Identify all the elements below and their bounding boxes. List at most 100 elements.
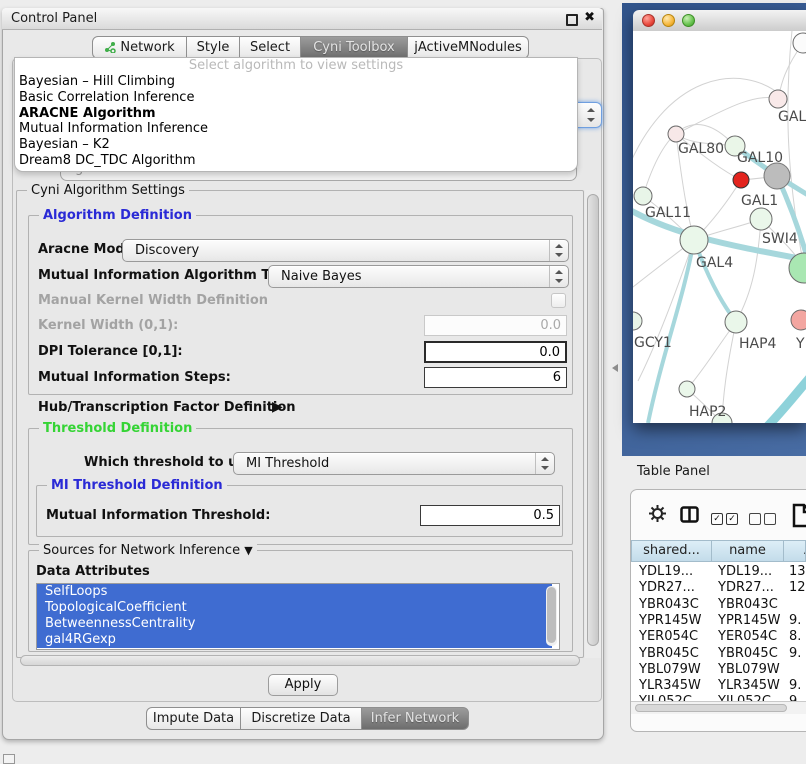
network-node-gal1-selected[interactable] <box>733 172 749 188</box>
list-scrollbar-thumb[interactable] <box>547 587 556 643</box>
table-row[interactable]: YDL19...YDL19...13 <box>631 564 806 580</box>
gear-icon[interactable] <box>648 504 667 527</box>
network-node-gal11[interactable] <box>634 187 652 205</box>
tab-network[interactable]: Network <box>92 36 187 59</box>
dropdown-item[interactable]: Bayesian – Hill Climbing <box>15 74 577 90</box>
network-nodes[interactable] <box>633 33 806 423</box>
tab-jactivemnodules[interactable]: jActiveMNodules <box>407 36 529 59</box>
dpi-tolerance-field[interactable]: 0.0 <box>424 341 567 363</box>
columns-icon[interactable] <box>680 506 699 527</box>
collapse-down-icon[interactable]: ▼ <box>244 544 252 557</box>
table-hscrollbar-thumb[interactable] <box>635 704 787 712</box>
manual-kernel-width-checkbox[interactable] <box>551 293 566 308</box>
hub-transcription-factor-label[interactable]: Hub/Transcription Factor Definition <box>38 400 296 415</box>
aracne-mode-combobox[interactable]: Discovery <box>122 239 569 262</box>
column-header-shared-name[interactable]: shared... <box>631 540 712 562</box>
control-panel-titlebar: Control Panel ✖ <box>2 8 602 30</box>
table-panel-title: Table Panel <box>637 464 710 479</box>
tab-cyni-toolbox[interactable]: Cyni Toolbox <box>300 36 408 59</box>
which-threshold-combobox[interactable]: MI Threshold <box>233 452 555 475</box>
apply-button[interactable]: Apply <box>268 674 338 696</box>
settings-hscrollbar-thumb[interactable] <box>20 655 580 666</box>
combo-down-arrow-icon <box>555 279 563 283</box>
tab-discretize-data[interactable]: Discretize Data <box>240 707 362 730</box>
mi-threshold-field[interactable]: 0.5 <box>420 505 560 526</box>
network-node-gcy1[interactable] <box>633 312 642 330</box>
table-row[interactable]: YBR043CYBR043C <box>631 597 806 613</box>
unchecked-checkbox-icon[interactable] <box>749 513 761 525</box>
list-item[interactable]: BetweennessCentrality <box>37 616 552 632</box>
splitter-collapse-arrow-icon[interactable] <box>612 364 618 372</box>
kernel-width-value: 0.0 <box>540 318 561 333</box>
settings-scrollbar-thumb[interactable] <box>587 194 599 646</box>
table-hscrollbar-track[interactable] <box>631 701 806 714</box>
table-row[interactable]: YPR145WYPR145W9. <box>631 613 806 629</box>
list-item[interactable]: TopologicalCoefficient <box>37 600 552 616</box>
mi-steps-field[interactable]: 6 <box>424 367 567 388</box>
table-row[interactable]: YBR045CYBR045C9. <box>631 646 806 662</box>
network-node[interactable] <box>769 90 787 108</box>
node-label: GAL <box>778 109 806 125</box>
threshold-definition-title: Threshold Definition <box>39 421 196 436</box>
tab-infer-network[interactable]: Infer Network <box>361 707 469 730</box>
table-row[interactable]: YIL052CYIL052C9 <box>631 694 806 701</box>
dropdown-item[interactable]: Basic Correlation Inference <box>15 90 577 106</box>
table-row[interactable]: YLR345WYLR345W9. <box>631 678 806 694</box>
unchecked-checkbox-icon[interactable] <box>764 513 776 525</box>
combo-up-arrow-icon <box>555 270 563 274</box>
kernel-width-label: Kernel Width (0,1): <box>38 318 178 333</box>
kernel-width-field[interactable]: 0.0 <box>424 315 567 336</box>
table-row[interactable]: YDR27...YDR27...12 <box>631 580 806 596</box>
table-rows: YDL19...YDL19...13 YDR27...YDR27...12 YB… <box>631 562 806 701</box>
algorithm-dropdown-placeholder: Select algorithm to view settings <box>15 58 577 74</box>
document-icon[interactable] <box>791 502 806 532</box>
minimize-traffic-light-icon[interactable] <box>662 14 675 27</box>
list-item[interactable]: gal4RGexp <box>37 632 552 648</box>
cell: 8. <box>789 629 806 645</box>
cell: 12 <box>789 580 806 596</box>
table-row[interactable]: YBL079WYBL079W <box>631 662 806 678</box>
tab-select[interactable]: Select <box>239 36 301 59</box>
node-label: GCY1 <box>634 335 672 351</box>
network-node[interactable] <box>764 163 790 189</box>
network-node-hap4[interactable] <box>725 311 747 333</box>
table-row[interactable]: YER054CYER054C8. <box>631 629 806 645</box>
network-node-hap2[interactable] <box>679 381 695 397</box>
list-scrollbar-track[interactable] <box>546 586 557 646</box>
network-node-swi4[interactable] <box>750 208 772 230</box>
dropdown-item[interactable]: Mutual Information Inference <box>15 121 577 137</box>
node-label: HAP2 <box>689 404 726 420</box>
checked-checkbox-icon[interactable]: ✓ <box>726 513 738 525</box>
close-icon[interactable]: ✖ <box>584 10 595 25</box>
dpi-tolerance-label: DPI Tolerance [0,1]: <box>38 344 183 359</box>
sources-title: Sources for Network Inference ▼ <box>39 543 257 558</box>
mi-steps-value: 6 <box>553 370 561 385</box>
mi-threshold-value: 0.5 <box>533 508 554 523</box>
column-header-name[interactable]: name <box>711 540 784 562</box>
expand-right-icon[interactable]: ▶ <box>272 399 283 415</box>
node-label: HAP4 <box>739 336 777 352</box>
network-window-titlebar[interactable] <box>633 10 806 32</box>
network-node[interactable] <box>791 310 806 330</box>
column-header-clipped[interactable]: A <box>783 540 806 562</box>
cell: YER054C <box>639 629 711 645</box>
dropdown-item[interactable]: Bayesian – K2 <box>15 137 577 153</box>
cell: YBR045C <box>718 646 786 662</box>
close-traffic-light-icon[interactable] <box>642 14 655 27</box>
list-item[interactable]: SelfLoops <box>37 584 552 600</box>
node-label: GAL1 <box>741 193 778 209</box>
dropdown-item[interactable]: Dream8 DC_TDC Algorithm <box>15 153 577 169</box>
checked-checkbox-icon[interactable]: ✓ <box>711 513 723 525</box>
zoom-traffic-light-icon[interactable] <box>682 14 695 27</box>
network-canvas[interactable]: GAL GAL80 GAL10 GAL1 SWI4 GAL11 GAL4 HAP… <box>633 31 806 423</box>
dropdown-item-aracne[interactable]: ARACNE Algorithm <box>15 106 577 122</box>
float-window-icon[interactable] <box>566 14 578 26</box>
network-node[interactable] <box>793 33 806 53</box>
node-label: GAL80 <box>678 141 724 157</box>
network-node-gal80[interactable] <box>668 126 684 142</box>
cell: YER054C <box>718 629 786 645</box>
network-node-gal4[interactable] <box>680 226 708 254</box>
tab-impute-data[interactable]: Impute Data <box>146 707 241 730</box>
tab-style[interactable]: Style <box>186 36 240 59</box>
mi-algorithm-type-combobox[interactable]: Naive Bayes <box>268 265 569 288</box>
